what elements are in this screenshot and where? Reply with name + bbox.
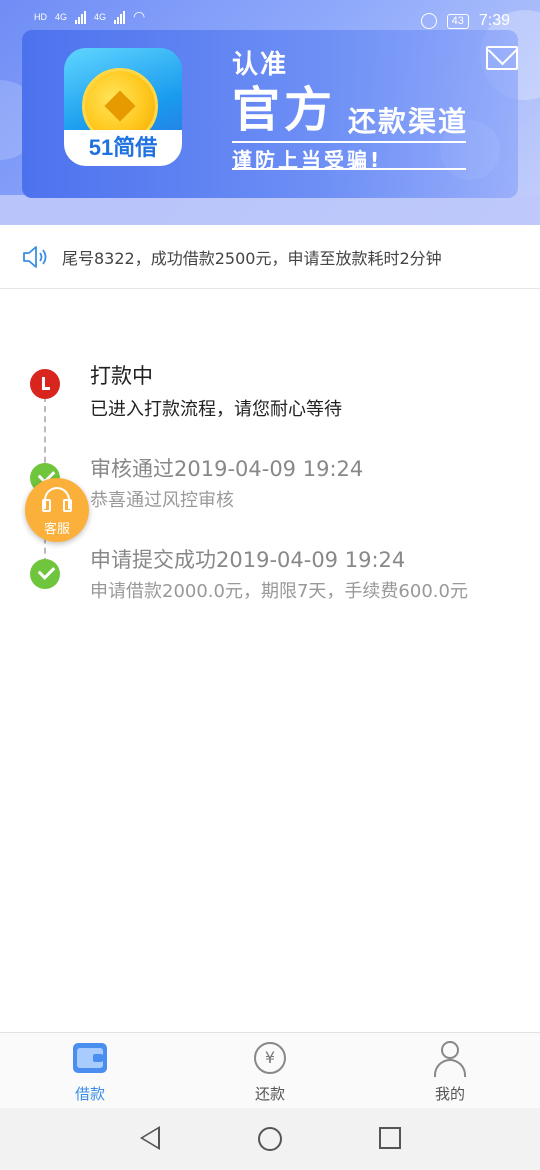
processing-icon: [30, 369, 60, 399]
app-name: 51简借: [64, 130, 182, 166]
wallet-icon: [73, 1043, 107, 1073]
check-icon: [30, 559, 60, 589]
back-icon[interactable]: [140, 1126, 160, 1150]
step-title: 打款中: [90, 364, 153, 388]
home-icon[interactable]: [258, 1127, 282, 1151]
signal-icon: [114, 10, 126, 24]
tab-bar: 借款 ¥ 还款 我的: [0, 1032, 540, 1108]
step-subtitle: 申请借款2000.0元，期限7天，手续费600.0元: [90, 581, 468, 602]
customer-service-button[interactable]: 客服: [25, 478, 89, 542]
slogan-big: 官方: [232, 82, 337, 138]
notice-text: 尾号8322，成功借款2500元，申请至放款耗时2分钟: [62, 249, 442, 268]
tab-label: 借款: [74, 1085, 105, 1103]
step-subtitle: 已进入打款流程，请您耐心等待: [90, 399, 342, 420]
customer-service-label: 客服: [43, 522, 70, 537]
signal-icon: [75, 10, 87, 24]
tab-repay[interactable]: ¥ 还款: [180, 1033, 360, 1109]
battery-indicator: 43: [446, 13, 469, 29]
divider: [232, 168, 466, 170]
step-subtitle: 恭喜通过风控审核: [90, 490, 234, 511]
recents-icon[interactable]: [379, 1127, 401, 1149]
speaker-icon: [23, 246, 47, 268]
wifi-icon: ◠: [133, 8, 146, 24]
system-nav-bar: [0, 1108, 540, 1170]
step-title: 审核通过2019-04-09 19:24: [90, 457, 364, 481]
repay-icon: ¥: [254, 1042, 286, 1074]
mail-icon[interactable]: [486, 46, 518, 70]
app-logo: 51简借: [64, 48, 182, 166]
person-icon: [434, 1059, 466, 1077]
notice-bar: 尾号8322，成功借款2500元，申请至放款耗时2分钟: [0, 225, 540, 289]
banner-decoration: [0, 195, 540, 225]
status-bar: HD 4G 4G ◠ 43 7:39: [0, 0, 540, 44]
step-title: 申请提交成功2019-04-09 19:24: [90, 548, 406, 572]
clock: 7:39: [478, 12, 510, 29]
network-label: 4G: [55, 11, 68, 22]
alarm-icon: [420, 13, 437, 29]
slogan-small: 认准: [232, 50, 289, 80]
tab-borrow[interactable]: 借款: [0, 1033, 180, 1109]
slogan-mid: 还款渠道: [348, 105, 469, 138]
hd-label: HD: [34, 11, 47, 22]
tab-label: 我的: [434, 1085, 465, 1103]
headset-icon: [42, 487, 72, 512]
divider: [232, 141, 466, 143]
network-label: 4G: [94, 11, 107, 22]
tab-label: 还款: [254, 1085, 285, 1103]
tab-mine[interactable]: 我的: [360, 1033, 540, 1109]
person-icon: [441, 1041, 459, 1059]
